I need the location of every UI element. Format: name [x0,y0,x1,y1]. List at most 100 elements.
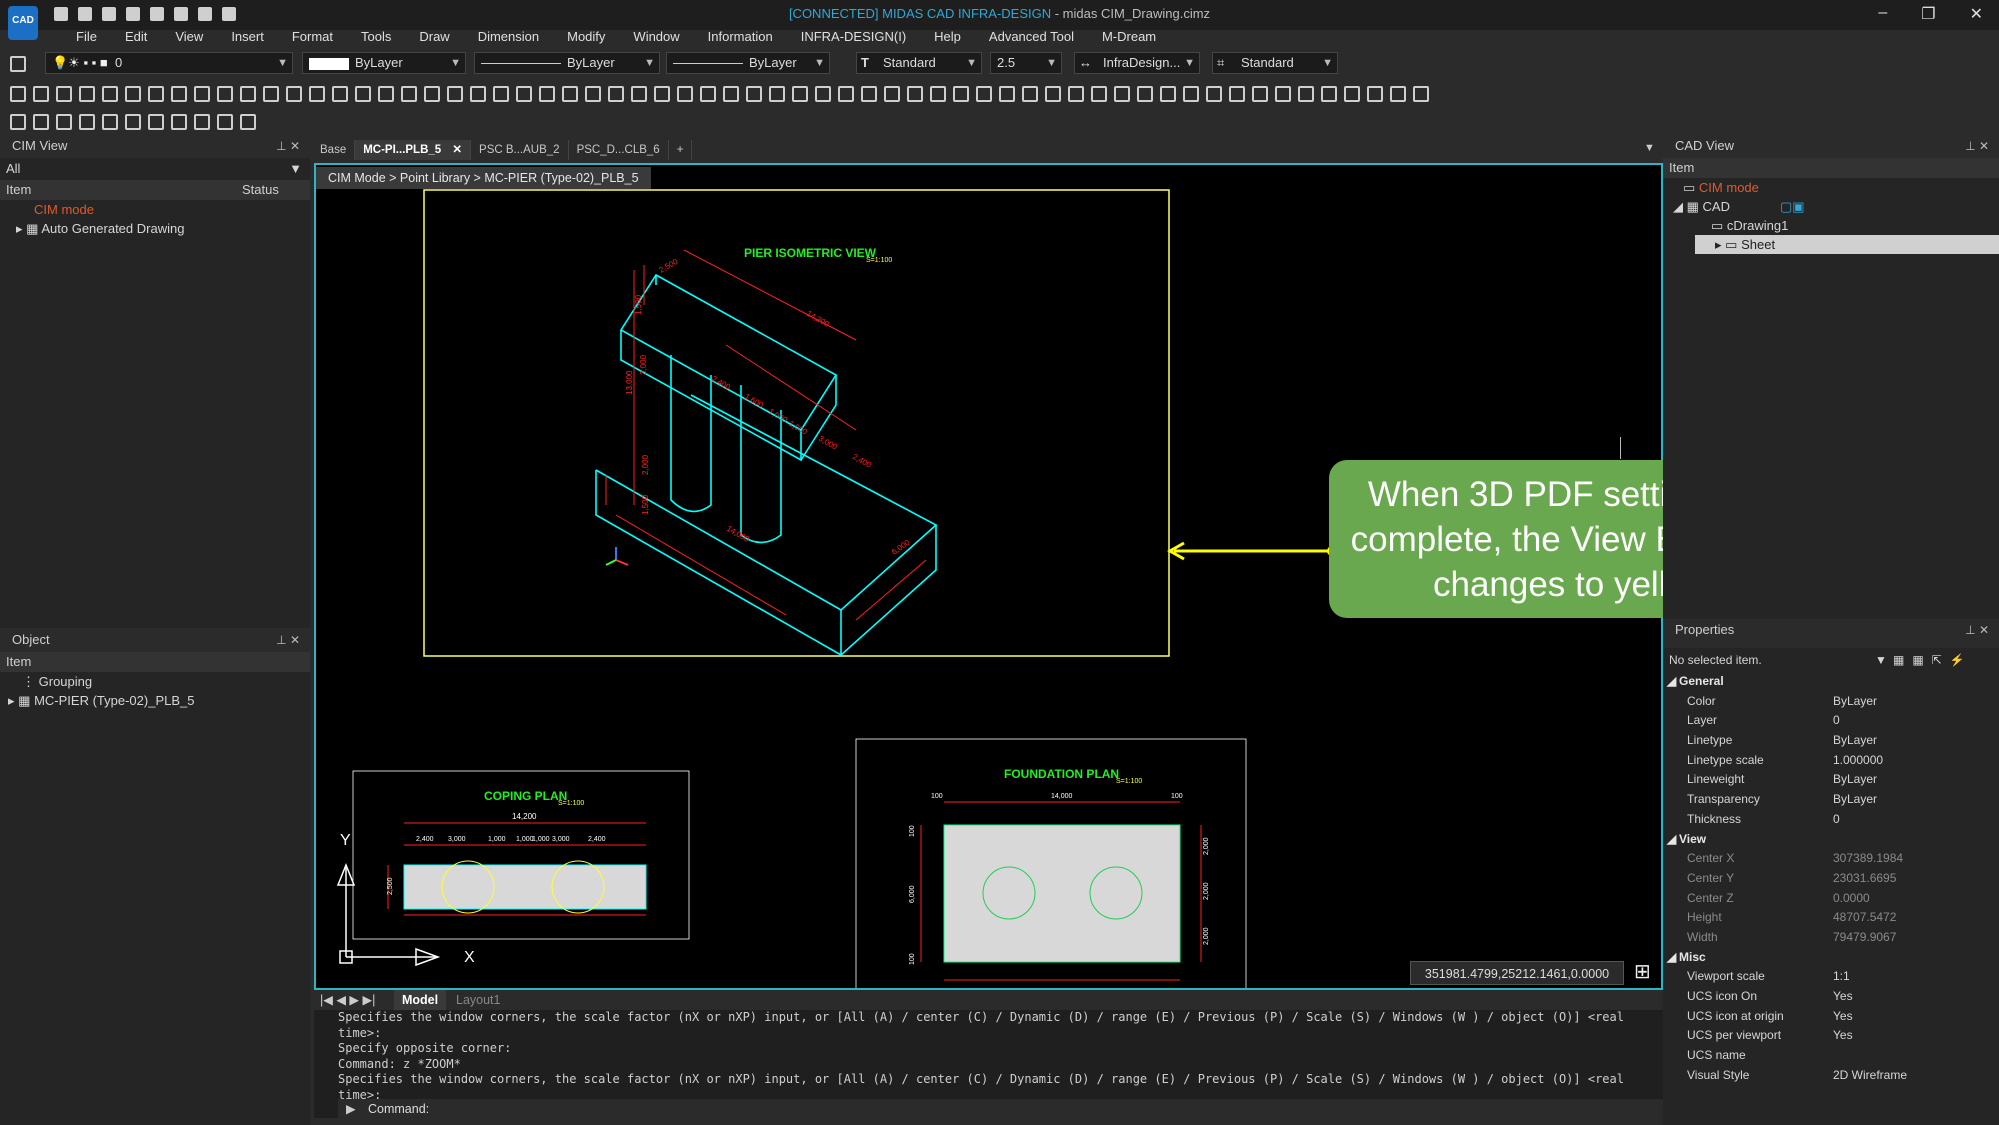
tab-model[interactable]: Model [394,990,447,1010]
property-section[interactable]: ◢ View [1663,830,1999,850]
tool-icon[interactable] [56,86,72,102]
add-tab-icon[interactable]: + [668,140,693,160]
property-row[interactable]: Center Y 23031.6695 [1663,869,1999,889]
tool-icon[interactable] [792,86,808,102]
tool-icon[interactable] [930,86,946,102]
property-row[interactable]: UCS icon On Yes [1663,987,1999,1007]
menu-item[interactable]: Advanced Tool [975,28,1088,48]
tool-icon[interactable] [1114,86,1130,102]
tool-icon[interactable] [1137,86,1153,102]
tool-icon[interactable] [10,86,26,102]
tool-icon[interactable] [1252,86,1268,102]
tool-icon[interactable] [562,86,578,102]
property-row[interactable]: Layer 0 [1663,711,1999,731]
menu-item[interactable]: Information [694,28,787,48]
tool-icon[interactable] [1045,86,1061,102]
grid-toggle-icon[interactable]: ⊞ [1634,961,1656,983]
lineweight-combo[interactable]: ByLayer ▼ [666,52,830,74]
close-icon[interactable]: ✕ [1970,4,1983,24]
tool-icon[interactable] [838,86,854,102]
tool-icon[interactable] [999,86,1015,102]
property-row[interactable]: Center X 307389.1984 [1663,849,1999,869]
tool-icon[interactable] [470,86,486,102]
tool-icon[interactable] [608,86,624,102]
menu-item[interactable]: Help [920,28,975,48]
property-row[interactable]: Linetype scale 1.000000 [1663,751,1999,771]
tree-item-sheet[interactable]: ▸ ▭ Sheet [1695,235,1999,254]
text-style-combo[interactable]: T Standard ▼ [856,52,982,74]
tool-icon[interactable] [102,86,118,102]
tool-icon[interactable] [815,86,831,102]
tool-icon[interactable] [263,86,279,102]
menu-item[interactable]: Dimension [464,28,553,48]
tree-item-mc-pier[interactable]: ▸ ▦ MC-PIER (Type-02)_PLB_5 [8,691,310,710]
tool-icon[interactable] [631,86,647,102]
draw-tool-icon[interactable] [125,114,141,130]
dim-style-combo[interactable]: ↔ InfraDesign... ▼ [1074,52,1200,74]
tool-icon[interactable] [1344,86,1360,102]
pin-close-icon[interactable]: ⊥ ✕ [1965,619,1989,641]
draw-tool-icon[interactable] [148,114,164,130]
property-row[interactable]: UCS per viewport Yes [1663,1026,1999,1046]
property-row[interactable]: Linetype ByLayer [1663,731,1999,751]
tool-icon[interactable] [746,86,762,102]
tab-psc-d[interactable]: PSC_D...CLB_6 [568,140,669,160]
tool-icon[interactable] [585,86,601,102]
pin-close-icon[interactable]: ⊥ ✕ [276,629,300,651]
tab-layout1[interactable]: Layout1 [456,990,500,1010]
tool-icon[interactable] [33,86,49,102]
pin-close-icon[interactable]: ⊥ ✕ [1965,135,1989,157]
menu-item[interactable]: Insert [217,28,278,48]
property-section[interactable]: ◢ Misc [1663,948,1999,968]
tab-base[interactable]: Base [312,140,356,160]
draw-tool-icon[interactable] [194,114,210,130]
tool-icon[interactable] [976,86,992,102]
expand-arrow-icon[interactable]: ▸ [8,693,15,708]
tool-icon[interactable] [861,86,877,102]
tool-icon[interactable] [148,86,164,102]
draw-tool-icon[interactable] [56,114,72,130]
color-combo[interactable]: ByLayer ▼ [302,52,466,74]
tool-icon[interactable] [1022,86,1038,102]
tool-icon[interactable] [194,86,210,102]
tree-item-auto-generated[interactable]: ▸ ▦ Auto Generated Drawing [8,219,310,238]
tool-icon[interactable] [1091,86,1107,102]
draw-tool-icon[interactable] [10,114,26,130]
cim-filter-select[interactable]: All ▼ [0,158,310,180]
tool-icon[interactable] [539,86,555,102]
expand-arrow-icon[interactable]: ◢ [1673,199,1683,214]
tool-icon[interactable] [309,86,325,102]
property-row[interactable]: Transparency ByLayer [1663,790,1999,810]
tool-icon[interactable] [677,86,693,102]
tool-icon[interactable] [953,86,969,102]
tool-icon[interactable] [1390,86,1406,102]
property-row[interactable]: UCS name [1663,1046,1999,1066]
property-row[interactable]: Center Z 0.0000 [1663,889,1999,909]
menu-item[interactable]: Tools [347,28,405,48]
tool-icon[interactable] [286,86,302,102]
draw-tool-icon[interactable] [33,114,49,130]
close-tab-icon[interactable]: ✕ [452,144,462,156]
tool-icon[interactable] [1160,86,1176,102]
tool-icon[interactable] [332,86,348,102]
tool-icon[interactable] [1413,86,1429,102]
draw-tool-icon[interactable] [240,114,256,130]
tool-icon[interactable] [1298,86,1314,102]
menu-item[interactable]: Edit [111,28,161,48]
tree-item-cad[interactable]: ◢ ▦ CAD ▢▣ [1671,197,1999,216]
draw-tool-icon[interactable] [102,114,118,130]
menu-item[interactable]: M-Dream [1088,28,1170,48]
tool-icon[interactable] [1183,86,1199,102]
tool-icon[interactable] [447,86,463,102]
menu-item[interactable]: View [161,28,217,48]
layer-combo[interactable]: 💡☀ ▪ ▪ ■ 0 ▼ [45,52,293,74]
view-toggle-icon[interactable]: ▢▣ [1780,199,1805,214]
tool-icon[interactable] [654,86,670,102]
command-input[interactable]: ▶ Command: [338,1099,1663,1119]
property-section[interactable]: ◢ General [1663,672,1999,692]
tool-icon[interactable] [378,86,394,102]
tree-item-grouping[interactable]: ⋮ Grouping [8,672,310,691]
tool-icon[interactable] [171,86,187,102]
menu-item[interactable]: File [62,28,111,48]
tool-icon[interactable] [516,86,532,102]
